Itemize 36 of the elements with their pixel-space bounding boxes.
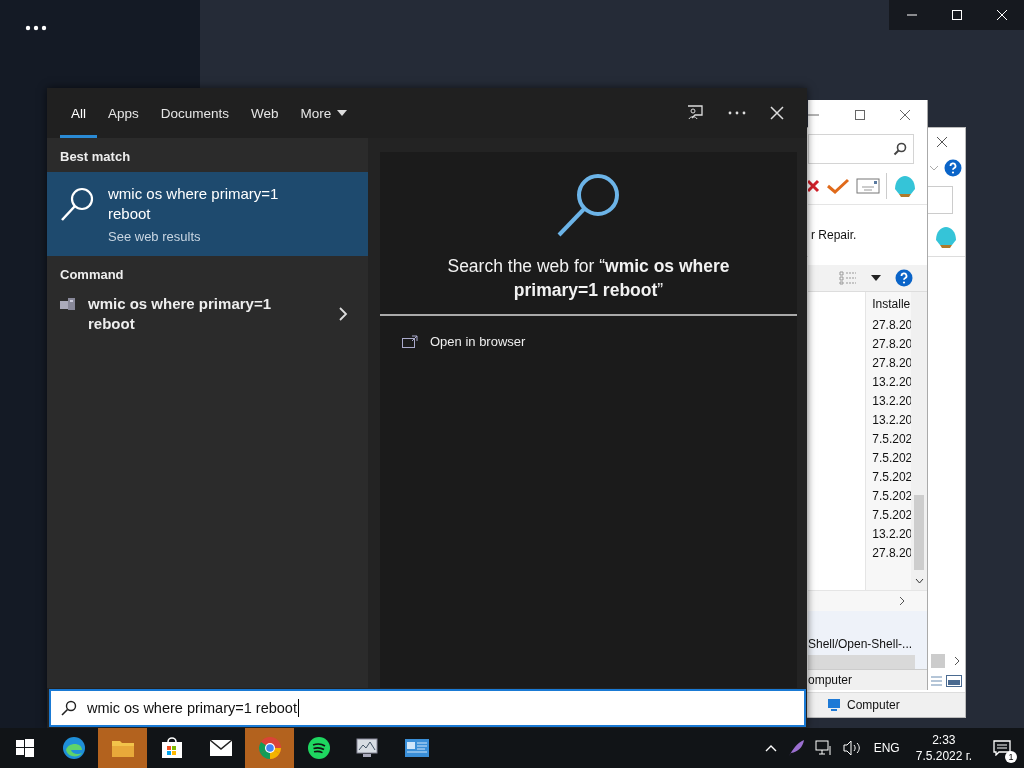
table-cell-text: 13.2.20: [872, 412, 912, 429]
result-title: wmic os where primary=1 reboot: [108, 184, 280, 224]
section-heading: Command: [59, 266, 125, 284]
column-header[interactable]: Installe: [872, 297, 911, 311]
status-text: omputer: [808, 673, 853, 687]
web-search-text: Search the web for “wmic os where primary=1 reboot”: [446, 255, 731, 302]
table-cell-text: 27.8.20: [872, 545, 912, 562]
result-item[interactable]: wmic os where primary=1 reboot: [47, 290, 368, 338]
table-cell-text: 7.5.202: [872, 488, 912, 505]
section-heading: Best match: [59, 148, 132, 166]
search-field[interactable]: wmic os where primary=1 reboot: [49, 689, 806, 727]
link[interactable]: Shell/Open-Shell-...: [808, 637, 913, 651]
table-cell-text: 13.2.20: [872, 526, 912, 543]
table-cell-text: 27.8.20: [872, 317, 912, 334]
table-cell-text: 27.8.20: [872, 355, 912, 372]
clock[interactable]: 2:33 7.5.2022 г.: [915, 732, 972, 764]
table-cell-text: 7.5.202: [872, 507, 912, 524]
notification-button[interactable]: 1: [980, 728, 1024, 768]
result-subtitle: See web results: [108, 229, 202, 244]
status-text: Computer: [847, 698, 900, 712]
result-item[interactable]: wmic os where primary=1 reboot See web results: [47, 172, 368, 256]
table-cell-text: 7.5.202: [872, 431, 912, 448]
table-cell-text: 13.2.20: [872, 393, 912, 410]
tab[interactable]: Apps: [97, 88, 150, 138]
message-text: r Repair.: [811, 228, 857, 242]
language-indicator[interactable]: ENG: [873, 741, 900, 755]
result-title: wmic os where primary=1 reboot: [88, 294, 272, 334]
table-cell-text: 27.8.20: [872, 336, 912, 353]
open-in-browser-item[interactable]: Open in browser: [380, 316, 797, 367]
table-cell-text: 7.5.202: [872, 450, 912, 467]
table-cell-text: 7.5.202: [872, 469, 912, 486]
tab[interactable]: Documents: [149, 88, 241, 138]
table-cell-text: 13.2.20: [872, 374, 912, 391]
tab[interactable]: More: [289, 88, 359, 138]
notification-count: 1: [1005, 751, 1017, 763]
tab[interactable]: Web: [240, 88, 290, 138]
